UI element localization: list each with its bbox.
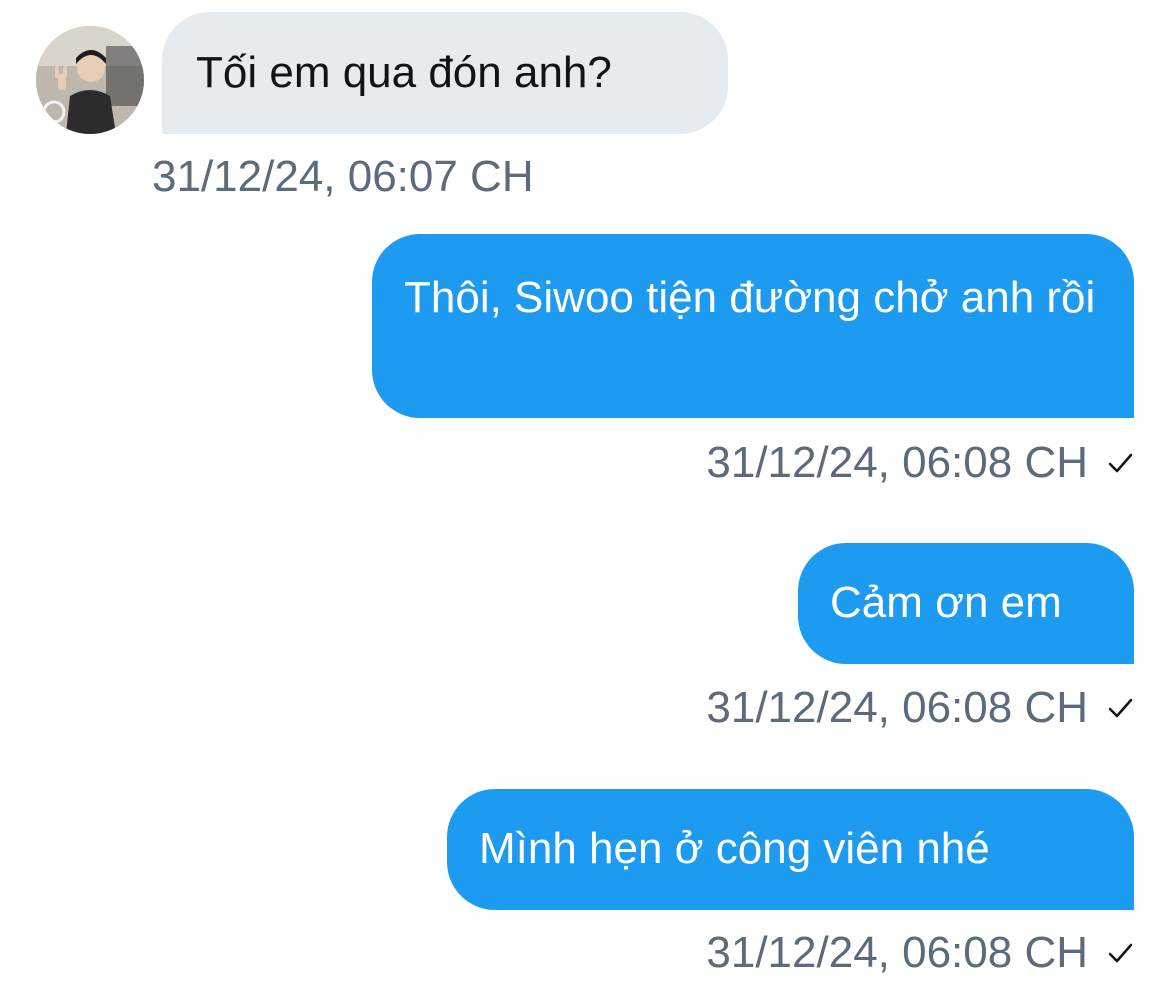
avatar-photo (36, 26, 144, 134)
message-text: Thôi, Siwoo tiện đường chở anh rồi (404, 273, 1096, 322)
timestamp-text: 31/12/24, 06:07 CH (152, 152, 534, 201)
check-icon (1106, 449, 1134, 477)
message-text: Tối em qua đón anh? (196, 48, 612, 97)
sent-message-bubble[interactable]: Thôi, Siwoo tiện đường chở anh rồi (372, 234, 1134, 418)
sent-message-bubble[interactable]: Cảm ơn em (798, 543, 1134, 664)
message-timestamp: 31/12/24, 06:08 CH (706, 927, 1134, 979)
message-timestamp: 31/12/24, 06:08 CH (706, 682, 1134, 734)
timestamp-text: 31/12/24, 06:08 CH (706, 438, 1088, 487)
check-icon (1106, 939, 1134, 967)
timestamp-text: 31/12/24, 06:08 CH (706, 683, 1088, 732)
message-timestamp: 31/12/24, 06:08 CH (706, 437, 1134, 489)
timestamp-text: 31/12/24, 06:08 CH (706, 928, 1088, 977)
received-message-bubble[interactable]: Tối em qua đón anh? (162, 12, 728, 134)
message-text: Mình hẹn ở công viên nhé (479, 824, 990, 873)
message-text: Cảm ơn em (830, 578, 1062, 627)
check-icon (1106, 694, 1134, 722)
sender-avatar[interactable] (36, 26, 144, 134)
sent-message-bubble[interactable]: Mình hẹn ở công viên nhé (447, 789, 1134, 910)
message-timestamp: 31/12/24, 06:07 CH (152, 151, 534, 203)
